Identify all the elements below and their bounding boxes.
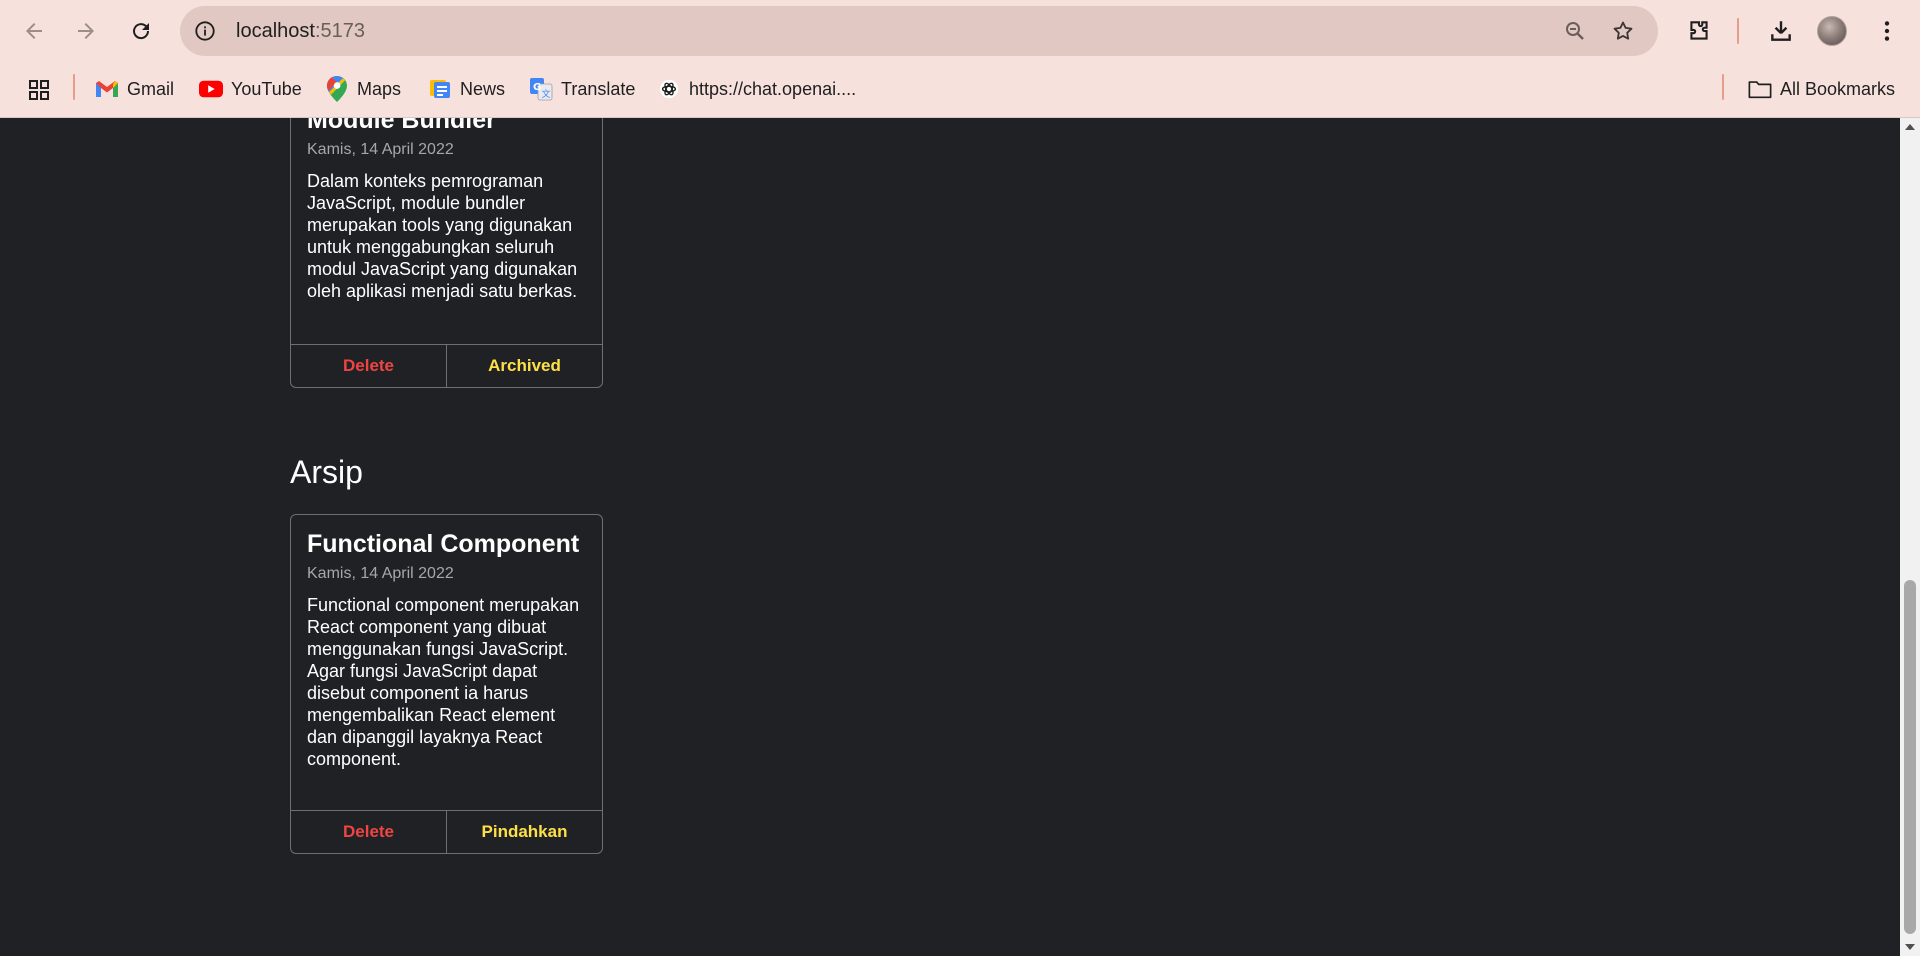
note-actions: Delete Archived bbox=[291, 344, 602, 387]
profile-avatar[interactable] bbox=[1817, 16, 1847, 46]
maps-icon bbox=[325, 76, 349, 102]
toolbar-separator bbox=[1737, 18, 1739, 44]
svg-text:文: 文 bbox=[542, 88, 551, 100]
browser-toolbar: localhost:5173 bbox=[0, 0, 1920, 62]
arrow-left-icon bbox=[26, 23, 42, 39]
all-bookmarks-label: All Bookmarks bbox=[1780, 78, 1896, 99]
note-title: Module Bundler bbox=[307, 118, 496, 134]
note-title: Functional Component bbox=[307, 530, 580, 558]
bookmark-label: Translate bbox=[561, 78, 636, 99]
folder-icon bbox=[1748, 77, 1772, 101]
bookmark-news[interactable]: News bbox=[428, 72, 505, 106]
more-menu-icon[interactable] bbox=[1870, 14, 1904, 48]
note-actions: Delete Pindahkan bbox=[291, 810, 602, 853]
archive-heading: Arsip bbox=[290, 454, 363, 490]
scroll-up-arrow-icon[interactable] bbox=[1904, 122, 1916, 132]
archived-note-card: Functional Component Kamis, 14 April 202… bbox=[290, 514, 603, 854]
bookmarks-separator bbox=[1722, 74, 1724, 100]
note-card-body: Module Bundler Kamis, 14 April 2022 Dala… bbox=[291, 118, 602, 302]
note-date: Kamis, 14 April 2022 bbox=[307, 565, 454, 582]
back-button[interactable] bbox=[16, 13, 52, 49]
note-card-body: Functional Component Kamis, 14 April 202… bbox=[291, 529, 602, 770]
bookmark-gmail[interactable]: Gmail bbox=[95, 72, 174, 106]
note-body: Functional component merupakan React com… bbox=[307, 595, 580, 769]
bookmark-label: Maps bbox=[357, 78, 402, 99]
bookmark-label: https://chat.openai.... bbox=[689, 78, 857, 99]
url-text[interactable]: localhost:5173 bbox=[236, 6, 365, 56]
note-date: Kamis, 14 April 2022 bbox=[307, 141, 454, 158]
all-bookmarks-button[interactable]: All Bookmarks bbox=[1748, 72, 1895, 106]
gmail-icon bbox=[95, 77, 119, 101]
scroll-down-arrow-icon[interactable] bbox=[1904, 942, 1916, 952]
bookmark-star-icon[interactable] bbox=[1610, 18, 1636, 44]
page-scrollbar[interactable] bbox=[1900, 118, 1920, 956]
bookmark-translate[interactable]: G文 Translate bbox=[529, 72, 635, 106]
site-info-icon[interactable] bbox=[192, 18, 218, 44]
youtube-icon bbox=[199, 77, 223, 101]
news-icon bbox=[428, 77, 452, 101]
arrow-right-icon bbox=[78, 23, 94, 39]
extensions-icon[interactable] bbox=[1682, 14, 1716, 48]
address-bar[interactable]: localhost:5173 bbox=[180, 6, 1658, 56]
bookmark-label: Gmail bbox=[127, 78, 175, 99]
reload-button[interactable] bbox=[123, 13, 159, 49]
unarchive-button[interactable]: Pindahkan bbox=[446, 811, 602, 853]
url-port: :5173 bbox=[314, 20, 365, 42]
url-host: localhost bbox=[236, 20, 315, 42]
forward-button[interactable] bbox=[68, 13, 104, 49]
apps-grid-icon[interactable] bbox=[24, 75, 54, 105]
svg-text:G: G bbox=[533, 82, 541, 93]
browser-chrome: localhost:5173 Gmail YouTube Maps News G… bbox=[0, 0, 1920, 118]
bookmark-label: News bbox=[460, 78, 506, 99]
page-viewport: Module Bundler Kamis, 14 April 2022 Dala… bbox=[0, 118, 1900, 956]
downloads-icon[interactable] bbox=[1764, 14, 1798, 48]
bookmarks-bar: Gmail YouTube Maps News G文 Translate htt… bbox=[0, 62, 1920, 118]
bookmark-youtube[interactable]: YouTube bbox=[199, 72, 302, 106]
delete-button[interactable]: Delete bbox=[291, 345, 446, 387]
bookmark-chat-openai[interactable]: https://chat.openai.... bbox=[657, 72, 856, 106]
note-body: Dalam konteks pemrograman JavaScript, mo… bbox=[307, 171, 578, 301]
bookmarks-separator bbox=[73, 74, 75, 100]
delete-button[interactable]: Delete bbox=[291, 811, 446, 853]
reload-icon bbox=[133, 23, 150, 40]
openai-icon bbox=[657, 77, 681, 101]
bookmark-maps[interactable]: Maps bbox=[325, 72, 401, 106]
scrollbar-thumb[interactable] bbox=[1904, 580, 1916, 934]
translate-icon: G文 bbox=[529, 77, 553, 101]
bookmark-label: YouTube bbox=[231, 78, 302, 99]
zoom-icon[interactable] bbox=[1562, 18, 1588, 44]
archive-button[interactable]: Archived bbox=[446, 345, 602, 387]
note-card: Module Bundler Kamis, 14 April 2022 Dala… bbox=[290, 118, 603, 388]
